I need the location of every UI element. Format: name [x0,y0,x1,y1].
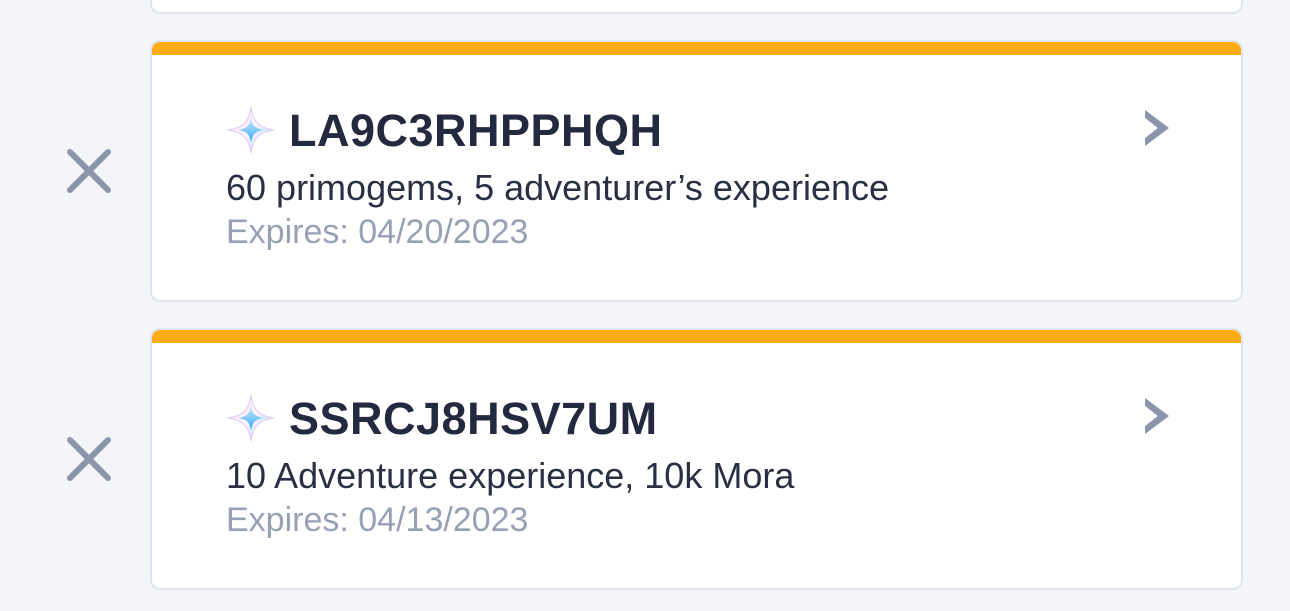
previous-code-card[interactable] [150,0,1243,14]
accent-bar [152,330,1241,343]
chevron-right-icon[interactable] [1139,394,1173,438]
rewards-text: 60 primogems, 5 adventurer’s experience [226,167,890,208]
code-text: LA9C3RHPPHQH [289,104,663,156]
rewards-text: 10 Adventure experience, 10k Mora [226,455,795,496]
primogem-star-icon [227,106,275,154]
close-icon[interactable] [64,146,114,196]
code-card[interactable]: SSRCJ8HSV7UM 10 Adventure experience, 10… [150,328,1243,590]
code-card[interactable]: LA9C3RHPPHQH 60 primogems, 5 adventurer’… [150,40,1243,302]
expiry-text: Expires: 04/20/2023 [226,213,529,251]
accent-bar [152,42,1241,55]
close-icon[interactable] [64,434,114,484]
expiry-text: Expires: 04/13/2023 [226,501,529,539]
chevron-right-icon[interactable] [1139,106,1173,150]
code-text: SSRCJ8HSV7UM [289,392,658,444]
code-row: SSRCJ8HSV7UM [226,388,658,448]
primogem-star-icon [227,394,275,442]
code-row: LA9C3RHPPHQH [226,100,663,160]
